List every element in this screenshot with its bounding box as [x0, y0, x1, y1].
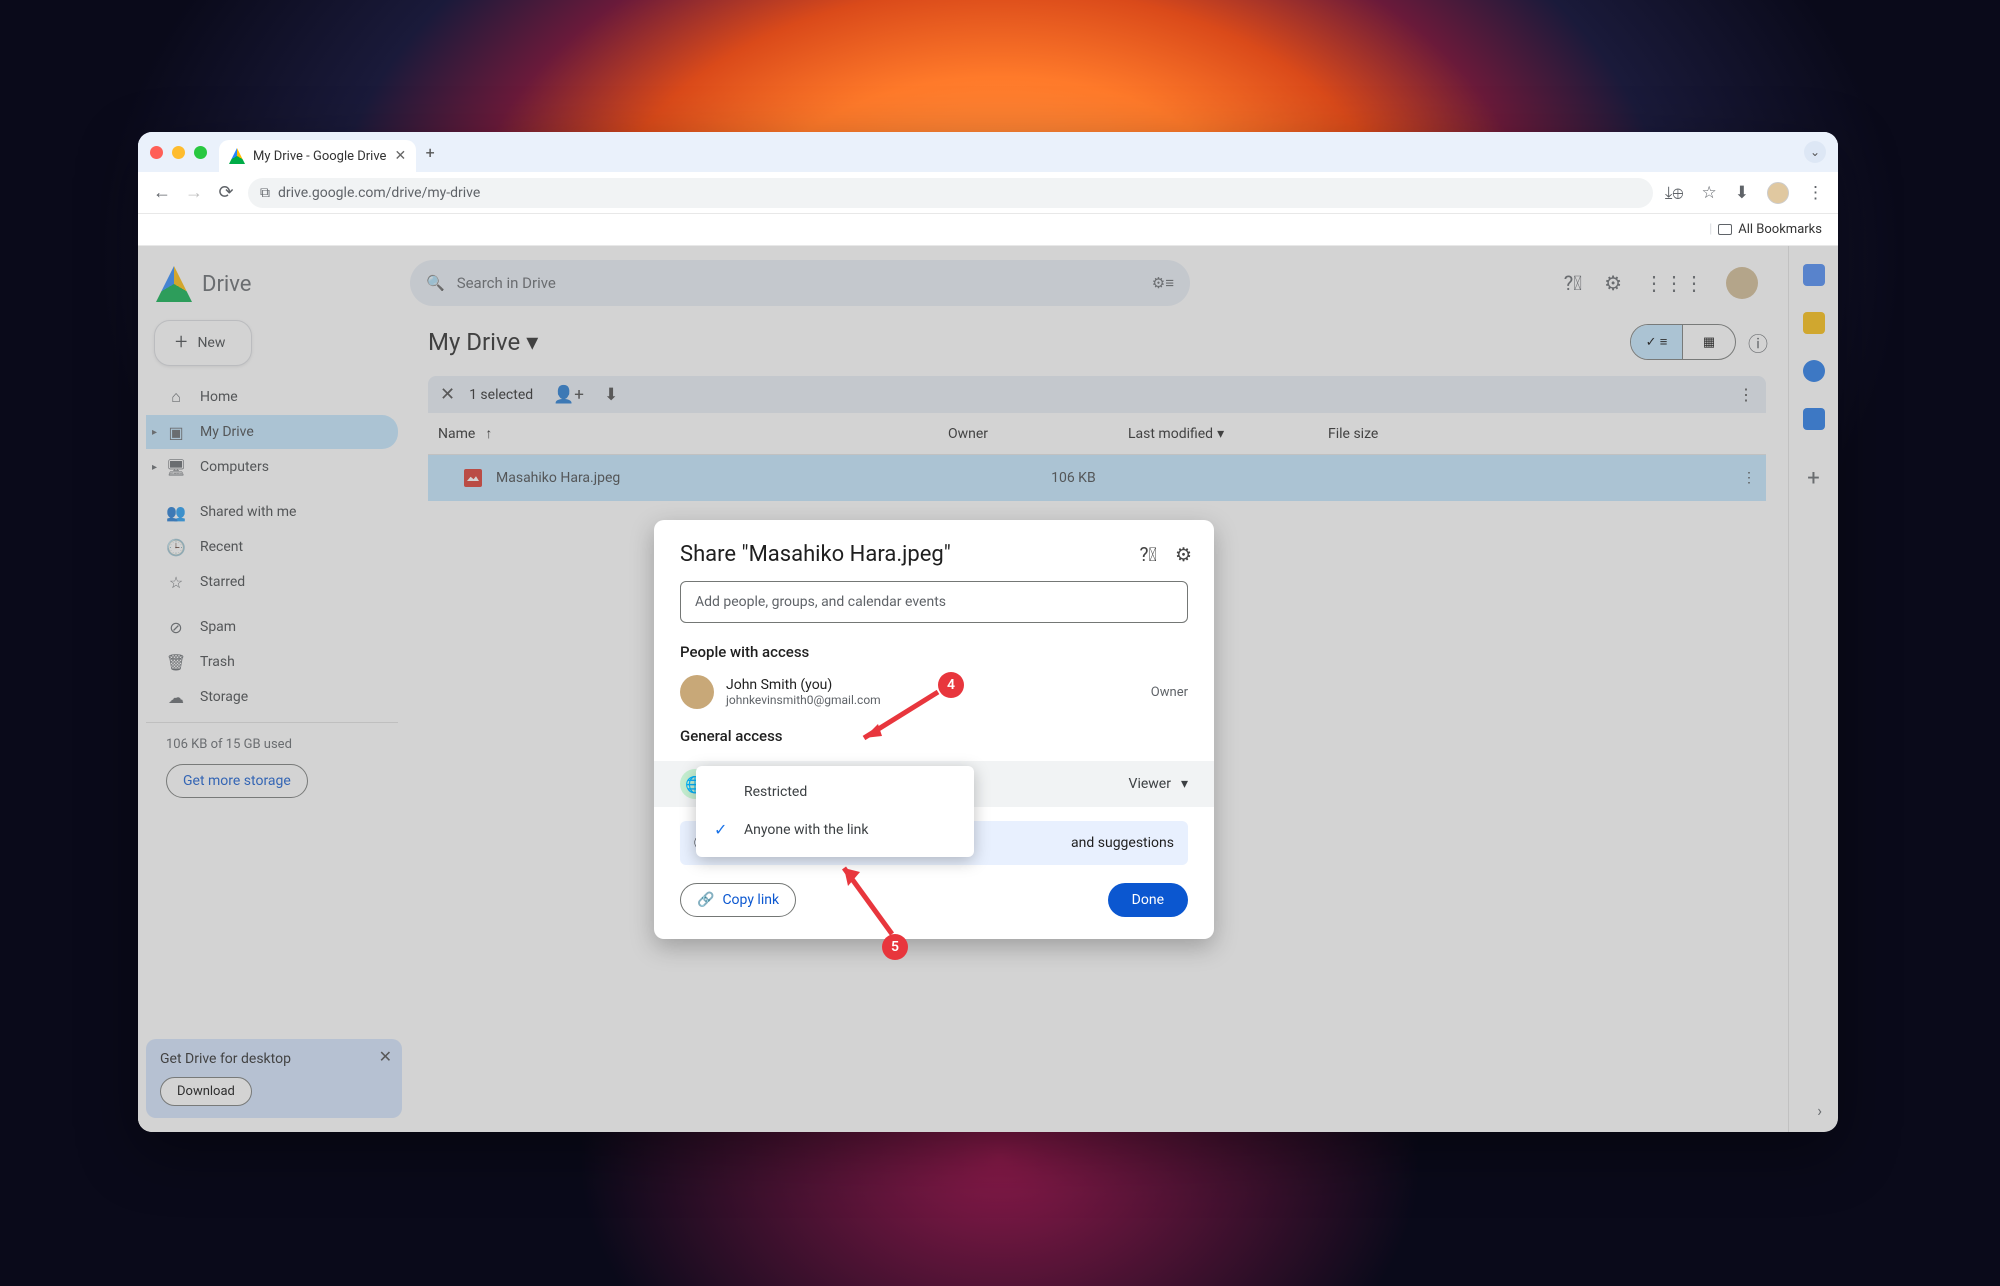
folder-icon: [1718, 224, 1732, 235]
bookmark-star-icon[interactable]: ☆: [1702, 183, 1717, 203]
new-tab-button[interactable]: +: [416, 143, 444, 162]
bookmarks-bar: | All Bookmarks: [138, 214, 1838, 246]
toolbar: ← → ⟳ ⧉ drive.google.com/drive/my-drive …: [138, 172, 1838, 214]
chevron-down-icon: ▾: [1181, 776, 1188, 792]
forward-button[interactable]: →: [184, 182, 204, 203]
dropdown-option-anyone[interactable]: ✓ Anyone with the link: [696, 810, 974, 849]
all-bookmarks-button[interactable]: All Bookmarks: [1738, 222, 1822, 237]
url-text: drive.google.com/drive/my-drive: [278, 185, 480, 201]
browser-menu-icon[interactable]: ⋮: [1807, 183, 1824, 203]
share-dialog: Share "Masahiko Hara.jpeg" ?⃝ ⚙ Add peop…: [654, 520, 1214, 939]
annotation-arrow-5: [830, 854, 900, 942]
check-icon: ✓: [714, 820, 732, 839]
people-with-access-heading: People with access: [654, 643, 1214, 671]
downloads-icon[interactable]: ⬇: [1735, 183, 1749, 203]
annotation-marker-4: 4: [938, 672, 964, 698]
profile-avatar-icon[interactable]: [1767, 182, 1789, 204]
dialog-help-icon[interactable]: ?⃝: [1140, 543, 1157, 566]
reload-button[interactable]: ⟳: [216, 182, 236, 203]
window-controls[interactable]: [150, 146, 207, 159]
add-people-input[interactable]: Add people, groups, and calendar events: [680, 581, 1188, 623]
dropdown-option-restricted[interactable]: Restricted: [696, 774, 974, 810]
tab-close-icon[interactable]: ✕: [394, 148, 406, 164]
maximize-window-icon[interactable]: [194, 146, 207, 159]
role-dropdown[interactable]: Viewer ▾: [1129, 776, 1188, 792]
titlebar: My Drive - Google Drive ✕ + ⌄: [138, 132, 1838, 172]
tabs-dropdown-button[interactable]: ⌄: [1804, 141, 1826, 163]
back-button[interactable]: ←: [152, 182, 172, 203]
link-icon: 🔗: [697, 892, 714, 908]
access-dropdown-menu: Restricted ✓ Anyone with the link: [696, 766, 974, 857]
minimize-window-icon[interactable]: [172, 146, 185, 159]
browser-window: My Drive - Google Drive ✕ + ⌄ ← → ⟳ ⧉ dr…: [138, 132, 1838, 1132]
tab-title: My Drive - Google Drive: [253, 149, 386, 164]
dialog-settings-icon[interactable]: ⚙: [1175, 543, 1192, 566]
browser-tab[interactable]: My Drive - Google Drive ✕: [219, 140, 416, 172]
annotation-arrow-4: [850, 688, 942, 752]
address-bar[interactable]: ⧉ drive.google.com/drive/my-drive: [248, 178, 1653, 208]
annotation-marker-5: 5: [882, 934, 908, 960]
drive-favicon-icon: [229, 148, 245, 164]
done-button[interactable]: Done: [1108, 883, 1188, 917]
close-window-icon[interactable]: [150, 146, 163, 159]
owner-role: Owner: [1151, 685, 1188, 700]
dialog-title: Share "Masahiko Hara.jpeg": [680, 542, 951, 567]
copy-link-button[interactable]: 🔗 Copy link: [680, 883, 796, 917]
owner-avatar-icon: [680, 675, 714, 709]
install-app-icon[interactable]: ⤓⊕: [1665, 183, 1684, 203]
site-info-icon[interactable]: ⧉: [260, 185, 270, 201]
